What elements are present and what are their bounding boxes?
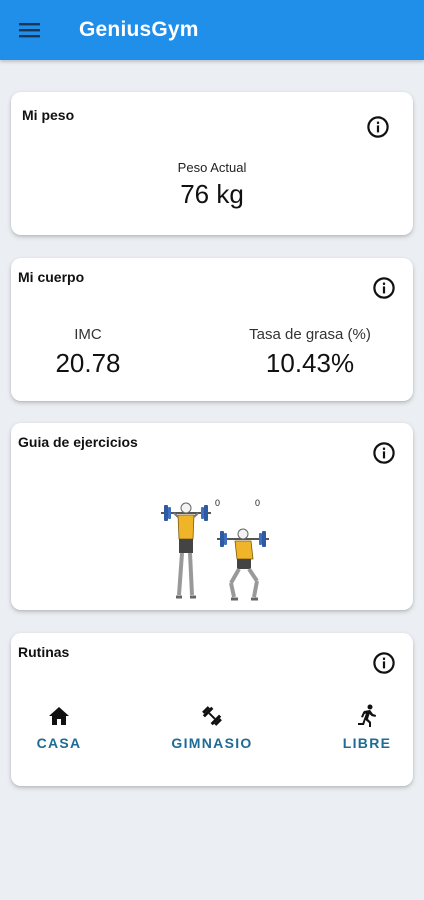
info-circle-icon [373, 442, 395, 464]
routine-libre-button[interactable]: LIBRE [337, 703, 397, 751]
body-card: Mi cuerpo IMC 20.78 Tasa de grasa (%) 10… [11, 258, 413, 401]
info-circle-icon [373, 277, 395, 299]
info-circle-icon [373, 652, 395, 674]
weight-info-button[interactable] [365, 114, 391, 140]
fat-readout: Tasa de grasa (%) 10.43% [230, 326, 390, 379]
exercise-marker-b: 0 [255, 498, 261, 508]
routines-card: Rutinas CASA GIMNASIO LIBRE [11, 633, 413, 786]
hamburger-menu-icon [19, 23, 40, 38]
routines-card-title: Rutinas [18, 644, 70, 660]
exercise-info-button[interactable] [371, 440, 397, 466]
app-title: GeniusGym [79, 18, 199, 41]
exercise-card-title: Guia de ejercicios [18, 434, 138, 450]
routines-info-button[interactable] [371, 650, 397, 676]
routine-gimnasio-label: GIMNASIO [171, 735, 253, 751]
current-weight-value: 76 kg [180, 179, 244, 209]
exercise-marker-a: 0 [215, 498, 221, 508]
imc-value: 20.78 [55, 348, 121, 378]
routine-casa-label: CASA [36, 735, 82, 751]
body-info-button[interactable] [371, 275, 397, 301]
weight-readout: Peso Actual 76 kg [11, 160, 413, 210]
current-weight-label: Peso Actual [177, 160, 247, 175]
running-icon [358, 704, 376, 727]
home-icon [49, 707, 69, 725]
fat-rate-value: 10.43% [265, 348, 355, 378]
exercise-guide-card[interactable]: Guia de ejercicios 0 0 [11, 423, 413, 610]
weight-card-title: Mi peso [22, 107, 75, 123]
app-bar: GeniusGym [0, 0, 424, 60]
barbell-squat-illustration [161, 502, 269, 601]
dumbbell-icon [202, 706, 222, 726]
imc-readout: IMC 20.78 [28, 326, 148, 379]
routine-libre-label: LIBRE [342, 735, 392, 751]
imc-label: IMC [74, 326, 102, 343]
fat-rate-label: Tasa de grasa (%) [249, 326, 371, 343]
routine-gimnasio-button[interactable]: GIMNASIO [162, 703, 262, 751]
body-card-title: Mi cuerpo [18, 269, 85, 285]
routine-casa-button[interactable]: CASA [29, 703, 89, 751]
menu-button[interactable] [14, 14, 46, 46]
weight-card: Mi peso Peso Actual 76 kg [11, 92, 413, 235]
info-circle-icon [367, 116, 389, 138]
